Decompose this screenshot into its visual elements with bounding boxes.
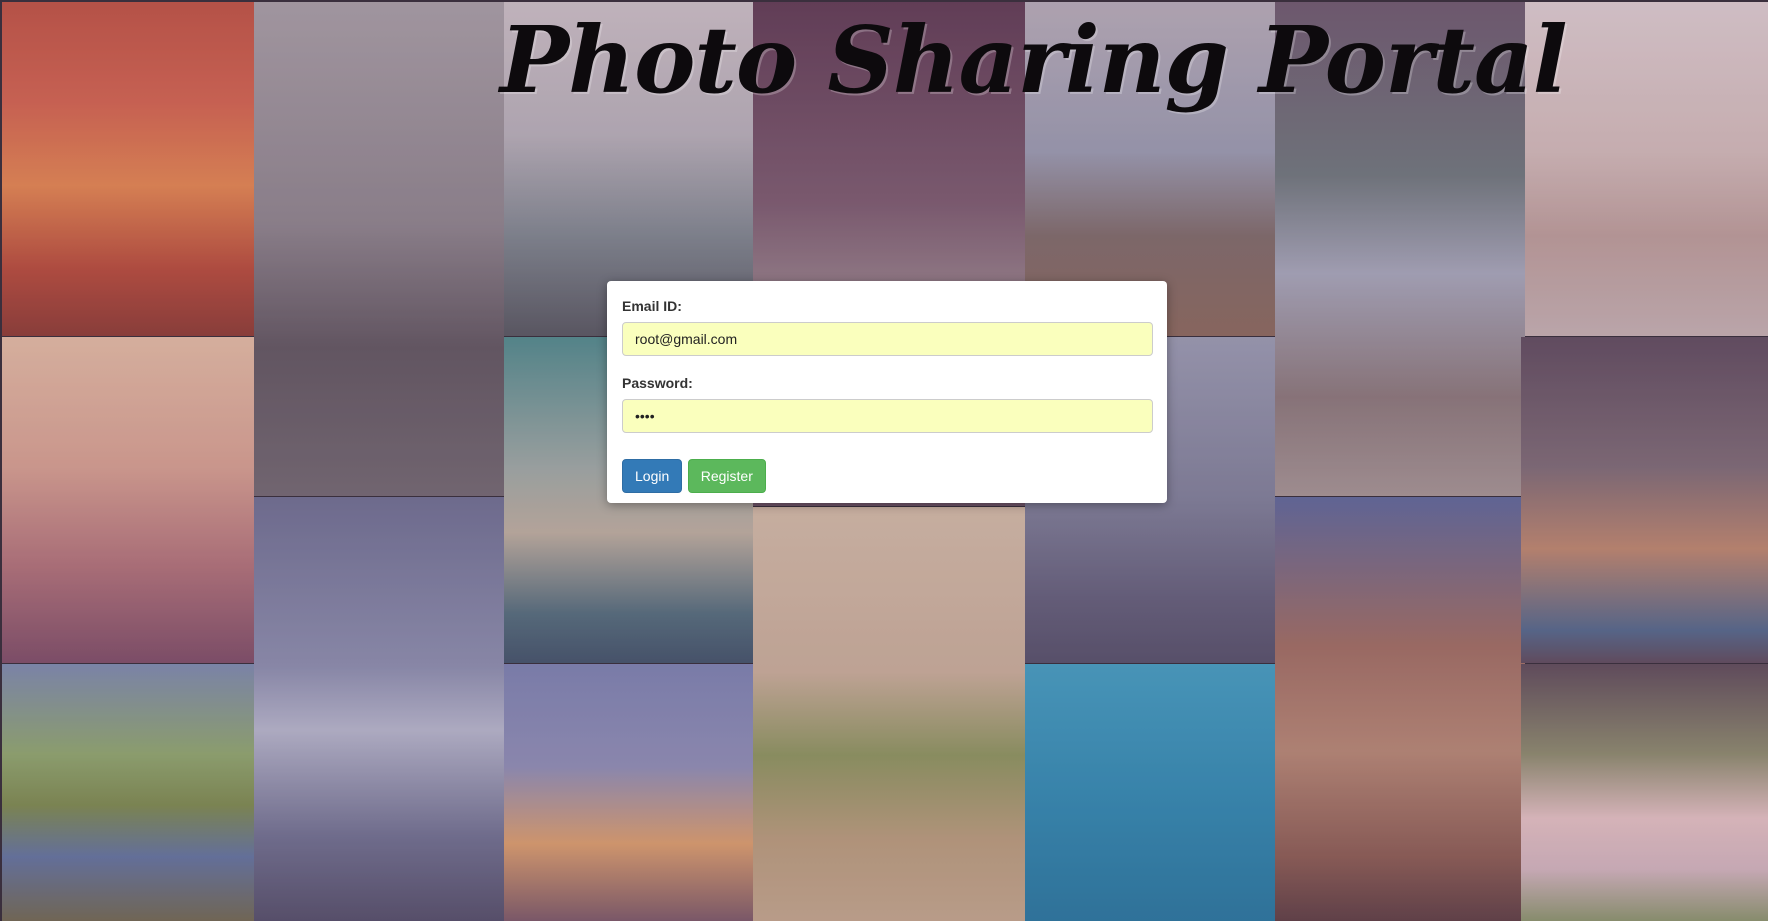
sunset-pier-photo xyxy=(2,2,254,336)
boat-on-water-photo xyxy=(1025,664,1275,921)
hot-air-balloons-photo xyxy=(2,337,254,663)
email-label: Email ID: xyxy=(622,298,682,314)
children-in-garden-photo xyxy=(1521,664,1768,921)
password-field[interactable]: •••• xyxy=(622,399,1153,433)
cliff-waterfall-photo xyxy=(1275,497,1525,921)
email-field[interactable]: root@gmail.com xyxy=(622,322,1153,356)
register-button[interactable]: Register xyxy=(687,459,766,493)
street-musician-photo xyxy=(1521,337,1768,663)
login-panel: Email ID: root@gmail.com Password: •••• … xyxy=(607,281,1167,503)
password-label: Password: xyxy=(622,375,693,391)
golden-gate-sunset-photo xyxy=(504,664,753,921)
statue-of-liberty-photo xyxy=(254,497,504,921)
mountain-lake-flowers-photo xyxy=(2,664,254,921)
page-title: Photo Sharing Portal xyxy=(500,6,1568,114)
child-on-path-photo xyxy=(753,507,1025,921)
woman-sweeping-photo xyxy=(254,2,504,496)
login-button[interactable]: Login xyxy=(622,459,683,493)
